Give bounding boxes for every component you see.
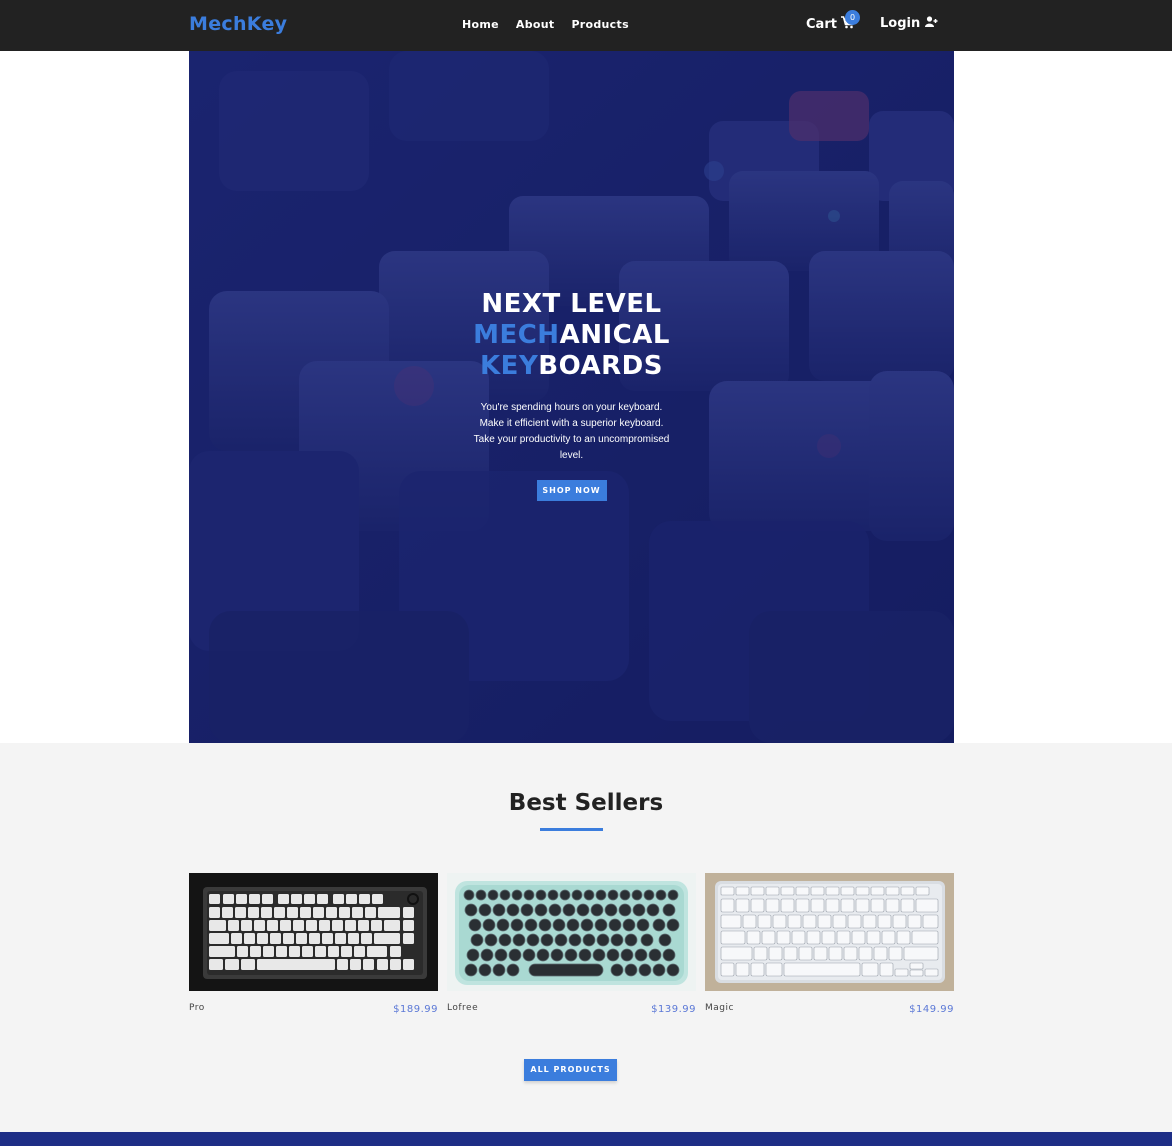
product-card-lofree[interactable]: Lofree $139.99 <box>447 873 696 1023</box>
hero-heading-line1: NEXT LEVEL <box>481 289 662 319</box>
brand-logo[interactable]: MechKey <box>189 13 287 35</box>
shop-now-button[interactable]: SHOP NOW <box>536 480 607 501</box>
hero-banner: NEXT LEVEL MECHANICAL KEYBOARDS You're s… <box>189 51 954 743</box>
product-name[interactable]: Pro <box>189 1003 205 1013</box>
nav-home-link[interactable]: Home <box>462 18 499 31</box>
cart-label: Cart <box>806 17 837 32</box>
product-price: $189.99 <box>393 1004 438 1015</box>
footer <box>0 1132 1172 1146</box>
cart-button[interactable]: Cart 0 <box>806 10 860 33</box>
product-image-pro[interactable] <box>189 873 438 991</box>
nav-about-link[interactable]: About <box>516 18 555 31</box>
navbar: MechKey Home About Products Cart 0 Login <box>0 0 1172 51</box>
user-plus-icon <box>925 16 938 31</box>
hero-heading-line3-rest: BOARDS <box>538 351 663 381</box>
hero-description: You're spending hours on your keyboard. … <box>473 402 670 461</box>
main-nav: Home About Products <box>462 18 629 31</box>
title-underline <box>540 828 603 831</box>
product-card-magic[interactable]: Magic $149.99 <box>705 873 954 1023</box>
product-image-lofree[interactable] <box>447 873 696 991</box>
login-label: Login <box>880 16 921 31</box>
hero-heading-line3-accent: KEY <box>480 351 539 381</box>
login-button[interactable]: Login <box>880 16 938 31</box>
hero-heading: NEXT LEVEL MECHANICAL KEYBOARDS <box>189 289 954 382</box>
hero-content: NEXT LEVEL MECHANICAL KEYBOARDS You're s… <box>189 289 954 501</box>
hero-section: NEXT LEVEL MECHANICAL KEYBOARDS You're s… <box>0 51 1172 743</box>
product-name[interactable]: Magic <box>705 1003 734 1013</box>
cart-count-badge: 0 <box>845 10 860 25</box>
product-price: $139.99 <box>651 1004 696 1015</box>
product-image-magic[interactable] <box>705 873 954 991</box>
best-sellers-title: Best Sellers <box>508 790 664 816</box>
product-card-pro[interactable]: Pro $189.99 <box>189 873 438 1023</box>
hero-heading-line2-rest: ANICAL <box>559 320 670 350</box>
product-name[interactable]: Lofree <box>447 1003 478 1013</box>
product-price: $149.99 <box>909 1004 954 1015</box>
hero-heading-line2-accent: MECH <box>473 320 560 350</box>
nav-products-link[interactable]: Products <box>571 18 628 31</box>
all-products-button[interactable]: ALL PRODUCTS <box>524 1059 617 1081</box>
